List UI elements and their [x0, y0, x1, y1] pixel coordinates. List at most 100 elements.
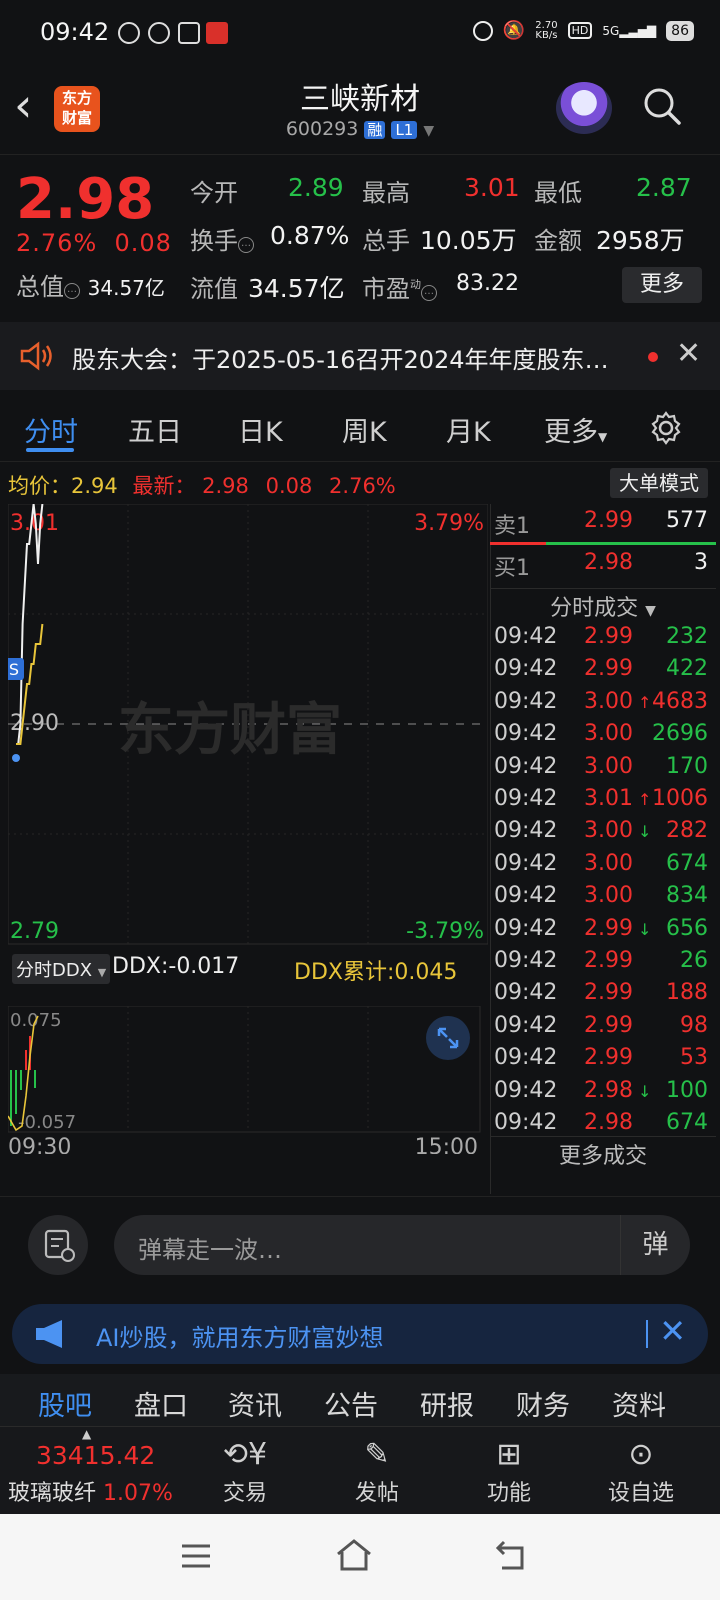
tick-time: 09:42: [494, 850, 558, 876]
sell-1-row[interactable]: 卖1 2.99 577: [490, 508, 716, 540]
tab-five-day[interactable]: 五日: [128, 410, 182, 449]
close-icon[interactable]: ✕: [659, 1312, 686, 1350]
sell-1-volume: 577: [666, 508, 708, 533]
amount-value: 2958万: [596, 226, 685, 255]
tick-price: 2.99: [584, 1045, 633, 1071]
barrage-settings-icon[interactable]: [28, 1215, 88, 1275]
wechat-icon: [178, 22, 200, 44]
latest-pct: 2.76%: [329, 474, 396, 498]
back-nav-icon[interactable]: [494, 1538, 528, 1572]
search-icon[interactable]: [642, 86, 682, 126]
barrage-input[interactable]: 弹幕走一波… 弹: [114, 1215, 690, 1275]
tick-price: 3.00: [584, 721, 633, 747]
tab-monthly-k[interactable]: 月K: [446, 410, 491, 449]
function-label: 功能: [486, 1481, 531, 1506]
tab-order-book[interactable]: 盘口: [134, 1384, 188, 1423]
gear-icon[interactable]: [648, 410, 684, 446]
y-mid-label: 2.90: [10, 711, 59, 736]
more-ticks-button[interactable]: 更多成交: [490, 1138, 716, 1170]
network-type: 5G: [602, 23, 620, 38]
tick-time: 09:42: [494, 688, 558, 714]
sell-1-label: 卖1: [494, 514, 530, 539]
tick-volume: 1006: [652, 786, 708, 811]
change-amount: 0.08: [114, 229, 172, 257]
sector-index[interactable]: 玻璃玻纤 1.07%: [8, 1475, 173, 1507]
tab-forum[interactable]: 股吧: [38, 1384, 92, 1423]
tick-row: 09:42 2.98 ↓ 100: [490, 1078, 716, 1110]
stock-code-row[interactable]: 600293 融 L1 ▼: [0, 118, 720, 140]
mute-icon: 🔕: [502, 20, 526, 41]
tab-profile[interactable]: 资料: [612, 1384, 666, 1423]
low-value: 2.87: [636, 173, 692, 202]
y-min-pct-label: -3.79%: [406, 919, 484, 944]
high-value: 3.01: [464, 173, 520, 202]
tick-row: 09:42 2.99 98: [490, 1013, 716, 1045]
chevron-down-icon: ▼: [423, 123, 435, 139]
pe-dynamic-mark: 动: [410, 278, 421, 291]
chart-legend: 均价：2.94 最新： 2.98 0.08 2.76%: [8, 470, 396, 500]
market-cap: 总值… 34.57亿: [16, 267, 165, 302]
tick-volume: 100: [666, 1077, 708, 1103]
tab-weekly-k[interactable]: 周K: [342, 410, 387, 449]
tab-financials[interactable]: 财务: [516, 1384, 570, 1423]
buy-1-price: 2.98: [584, 550, 633, 575]
tab-announcements[interactable]: 公告: [324, 1384, 378, 1423]
sector-index-value[interactable]: 33415.42: [36, 1441, 155, 1470]
tab-intraday[interactable]: 分时: [24, 410, 78, 449]
latest-label: 最新：: [132, 474, 196, 498]
tick-time: 09:42: [494, 624, 558, 649]
sector-name: 玻璃玻纤: [8, 1481, 97, 1506]
level-tag: L1: [391, 121, 418, 139]
volume-label: 总手: [362, 227, 410, 255]
trade-button[interactable]: ⟲¥ 交易: [200, 1435, 290, 1507]
tab-research[interactable]: 研报: [420, 1384, 474, 1423]
tick-row: 09:42 3.00 ↓ 282: [490, 818, 716, 850]
tick-row: 09:42 3.00 170: [490, 754, 716, 786]
big-order-mode-button[interactable]: 大单模式: [610, 468, 708, 498]
home-icon[interactable]: [334, 1538, 374, 1572]
stock-name: 三峡新材: [300, 82, 420, 117]
ai-banner[interactable]: AI炒股，就用东方财富妙想 ✕: [12, 1304, 708, 1364]
ddx-bottom-label: -0.057: [18, 1112, 76, 1133]
function-button[interactable]: ⊞ 功能: [464, 1435, 554, 1507]
menu-icon[interactable]: [180, 1542, 212, 1570]
close-icon[interactable]: ✕: [676, 336, 701, 371]
tab-news[interactable]: 资讯: [228, 1384, 282, 1423]
tick-price: 2.99: [584, 948, 633, 973]
tick-arrow-icon: ↑: [638, 790, 652, 809]
ticks-title-label: 分时成交: [550, 596, 639, 621]
tab-more[interactable]: 更多▼: [544, 410, 607, 449]
ddx-chart[interactable]: 0.075 -0.057 09:30 15:00: [8, 1006, 488, 1154]
bottom-toolbar: ▲ 33415.42 玻璃玻纤 1.07% ⟲¥ 交易 ✎ 发帖 ⊞ 功能 ⊙ …: [0, 1426, 720, 1514]
tick-time: 09:42: [494, 980, 558, 1006]
info-icon[interactable]: …: [421, 285, 437, 301]
notice-bar[interactable]: 股东大会：于2025-05-16召开2024年年度股东大会 ✕: [0, 322, 720, 390]
info-icon[interactable]: …: [238, 237, 254, 253]
tick-volume: 53: [680, 1045, 708, 1071]
ddx-selector[interactable]: 分时DDX ▼: [12, 954, 111, 984]
tick-price: 2.98: [584, 1110, 633, 1135]
barrage-toggle-button[interactable]: 弹: [620, 1215, 690, 1275]
tick-volume: 232: [666, 624, 708, 649]
tick-price: 3.00: [584, 883, 633, 909]
volume-value: 10.05万: [420, 226, 517, 255]
buy-1-row[interactable]: 买1 2.98 3: [490, 550, 716, 582]
notice-text: 股东大会：于2025-05-16召开2024年年度股东大会: [72, 346, 632, 374]
caret-up-icon: ▲: [82, 1427, 92, 1441]
tab-daily-k[interactable]: 日K: [238, 410, 283, 449]
post-button[interactable]: ✎ 发帖: [332, 1435, 422, 1507]
open-value: 2.89: [288, 173, 344, 202]
ddx-number: -0.017: [168, 954, 240, 979]
tick-row: 09:42 3.00 2696: [490, 721, 716, 753]
intraday-chart[interactable]: 东方财富 3.01 3.79% 2.90 2.79 -3.79% S: [8, 504, 488, 964]
quote-panel: 2.98 2.76% 0.08 总值… 34.57亿 今开 2.89 最高 3.…: [0, 154, 720, 320]
tick-time: 09:42: [494, 1077, 558, 1103]
ai-robot-icon[interactable]: [556, 82, 612, 134]
tick-price: 2.99: [584, 656, 633, 682]
info-icon[interactable]: …: [64, 283, 80, 299]
add-watchlist-button[interactable]: ⊙ 设自选: [596, 1435, 686, 1507]
more-quote-button[interactable]: 更多: [622, 267, 702, 303]
order-book-panel: 卖1 2.99 577 买1 2.98 3 分时成交 ▼ 09:42 2.99 23…: [490, 504, 720, 1194]
ticks-title[interactable]: 分时成交 ▼: [490, 590, 716, 622]
tick-time: 09:42: [494, 1110, 558, 1135]
